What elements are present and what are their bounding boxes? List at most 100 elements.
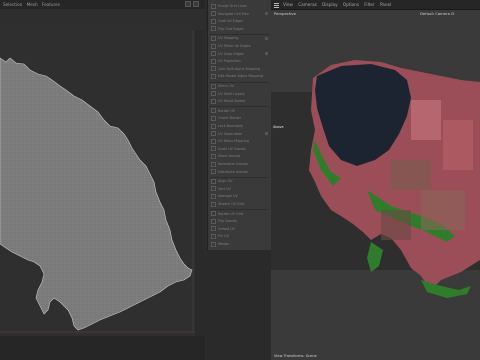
viewport-menu-options[interactable]: Options [343,0,359,9]
menu-item-label: Normalize Islands [218,162,249,166]
menu-item-label: Sculpt Grid Lines [218,4,247,8]
menu-item[interactable]: UV Snap Edges [211,51,269,58]
viewport-menu-filter[interactable]: Filter [364,0,374,9]
camera-icon: ⊡ [451,11,455,16]
menu-item-label: Flip Grid Edges [218,26,244,31]
menu-item[interactable]: Mirror UV [211,83,269,90]
menu-item[interactable]: UV Projection [211,58,269,65]
viewport-status: View Transforms: Scene [274,354,317,358]
checkbox-icon [211,186,216,192]
viewport-menu-display[interactable]: Display [322,0,337,9]
menu-item-label: UV Separation [218,131,243,136]
checkbox-icon [211,201,216,207]
menu-item-label: Grab All Edges [218,19,243,24]
option-box-icon[interactable] [265,132,268,136]
checkbox-icon [211,83,216,89]
checkbox-icon [211,11,216,17]
menu-item[interactable]: UV Shell Layout [211,91,269,98]
checkbox-icon [211,35,216,41]
toolbar-button-2[interactable] [193,1,199,7]
checkbox-icon [211,91,216,97]
menu-item-label: Pin UV [218,234,229,239]
viewport-menu-panel[interactable]: Panel [380,0,391,9]
viewport-mode-label: Perspective [274,11,296,16]
checkbox-icon [211,131,216,137]
menu-item[interactable]: Distribute Islands [211,169,269,176]
checkbox-icon [211,58,216,64]
menu-item-label: Distribute Islands [218,169,248,174]
menu-item-label: UV Snap Edges [218,51,244,56]
checkbox-icon [211,123,216,129]
checkbox-icon [211,161,216,167]
option-box-icon[interactable] [265,52,268,56]
menu-item[interactable]: Border UV [211,108,269,115]
menu-item-label: Stretch UV Grid [218,202,245,206]
menu-item[interactable]: Grab All Edges [211,18,269,25]
checkbox-icon [211,233,216,239]
menu-item[interactable]: Flip Grid Edges [211,26,269,33]
checkbox-icon [211,108,216,114]
menu-item-label: Average UV [218,194,238,199]
menu-item[interactable]: Navigate Cell Elev [211,11,269,18]
menu-item[interactable]: Pin UV [211,233,269,240]
menu-item[interactable]: Merge [211,241,269,248]
menu-item[interactable]: Align UV [211,178,269,185]
menu-item-label: Sort UV [218,186,231,191]
checkbox-icon [211,211,216,217]
menu-icon[interactable] [274,3,279,8]
menu-features[interactable]: Features [42,0,60,9]
viewport-menu-cameras[interactable]: Cameras [298,0,317,9]
menu-item-label: Border UV [218,108,236,113]
checkbox-icon [211,146,216,152]
checkbox-icon [211,241,216,247]
menu-item-label: UV Relax Mapping [218,139,249,144]
menu-item[interactable]: Normalize Islands [211,161,269,168]
menu-item[interactable]: UV Reset Border [211,98,269,105]
menu-item[interactable]: Stretch UV Grid [211,201,269,208]
checkbox-icon [211,169,216,175]
menu-item[interactable]: UV Mapping [211,35,269,42]
menu-item[interactable]: Scale UV Islands [211,146,269,153]
menu-item-label: Lock Boundary [218,124,244,128]
uv-toolbar-area [0,9,205,30]
menu-item-label: Stack Islands [218,154,241,159]
menu-item[interactable]: Stack Islands [211,153,269,160]
menu-item[interactable]: UV Separation [211,131,269,138]
camera-label[interactable]: Default Camera ⊡ [420,11,454,16]
menu-item[interactable]: Edit Raster Alpha Mapping [211,73,269,80]
menu-item[interactable]: Lock Boundary [211,123,269,130]
menu-item-label: Unfold UV [218,226,235,231]
checkbox-icon [211,43,216,49]
menu-item-label: UV Shell Layout [218,91,245,96]
menu-item-label: Navigate Cell Elev [218,11,249,16]
menu-item[interactable]: Average UV [211,193,269,200]
menu-item[interactable]: UV Mirror All Edges [211,43,269,50]
tool-menu: Sculpt Grid Lines Navigate Cell Elev Grab … [207,0,271,250]
menu-item-label: Mirror UV [218,84,234,88]
menu-item[interactable]: Sort UV [211,186,269,193]
menu-selection[interactable]: Selection [3,0,22,9]
menu-item-label: Edit Raster Alpha Mapping [218,74,263,79]
menu-item-label: Calc Split Alpha Mapping [218,66,261,71]
toolbar-button-1[interactable] [185,1,191,7]
checkbox-icon [211,178,216,184]
menu-item[interactable]: Rotate UV Grid [211,211,269,218]
menu-item[interactable]: UV Relax Mapping [211,138,269,145]
option-box-icon[interactable] [265,36,268,40]
viewport-side-label: Above [272,125,285,129]
uv-editor-canvas[interactable] [0,30,195,336]
menu-item[interactable]: Sculpt Grid Lines [211,3,269,10]
menu-item[interactable]: Orient Border [211,115,269,122]
menu-item[interactable]: Flip Islands [211,218,269,225]
uv-shell-graphic [0,30,195,333]
checkbox-icon [211,3,216,9]
menu-item-label: Align UV [218,179,233,184]
option-box-icon[interactable] [265,12,268,16]
viewport-menu-view[interactable]: View [283,0,293,9]
menu-item[interactable]: Unfold UV [211,226,269,233]
menu-mesh[interactable]: Mesh [27,0,38,9]
menu-item-label: Flip Islands [218,219,237,224]
checkbox-icon [211,66,216,72]
menu-item-label: Scale UV Islands [218,146,246,151]
menu-item[interactable]: Calc Split Alpha Mapping [211,66,269,73]
